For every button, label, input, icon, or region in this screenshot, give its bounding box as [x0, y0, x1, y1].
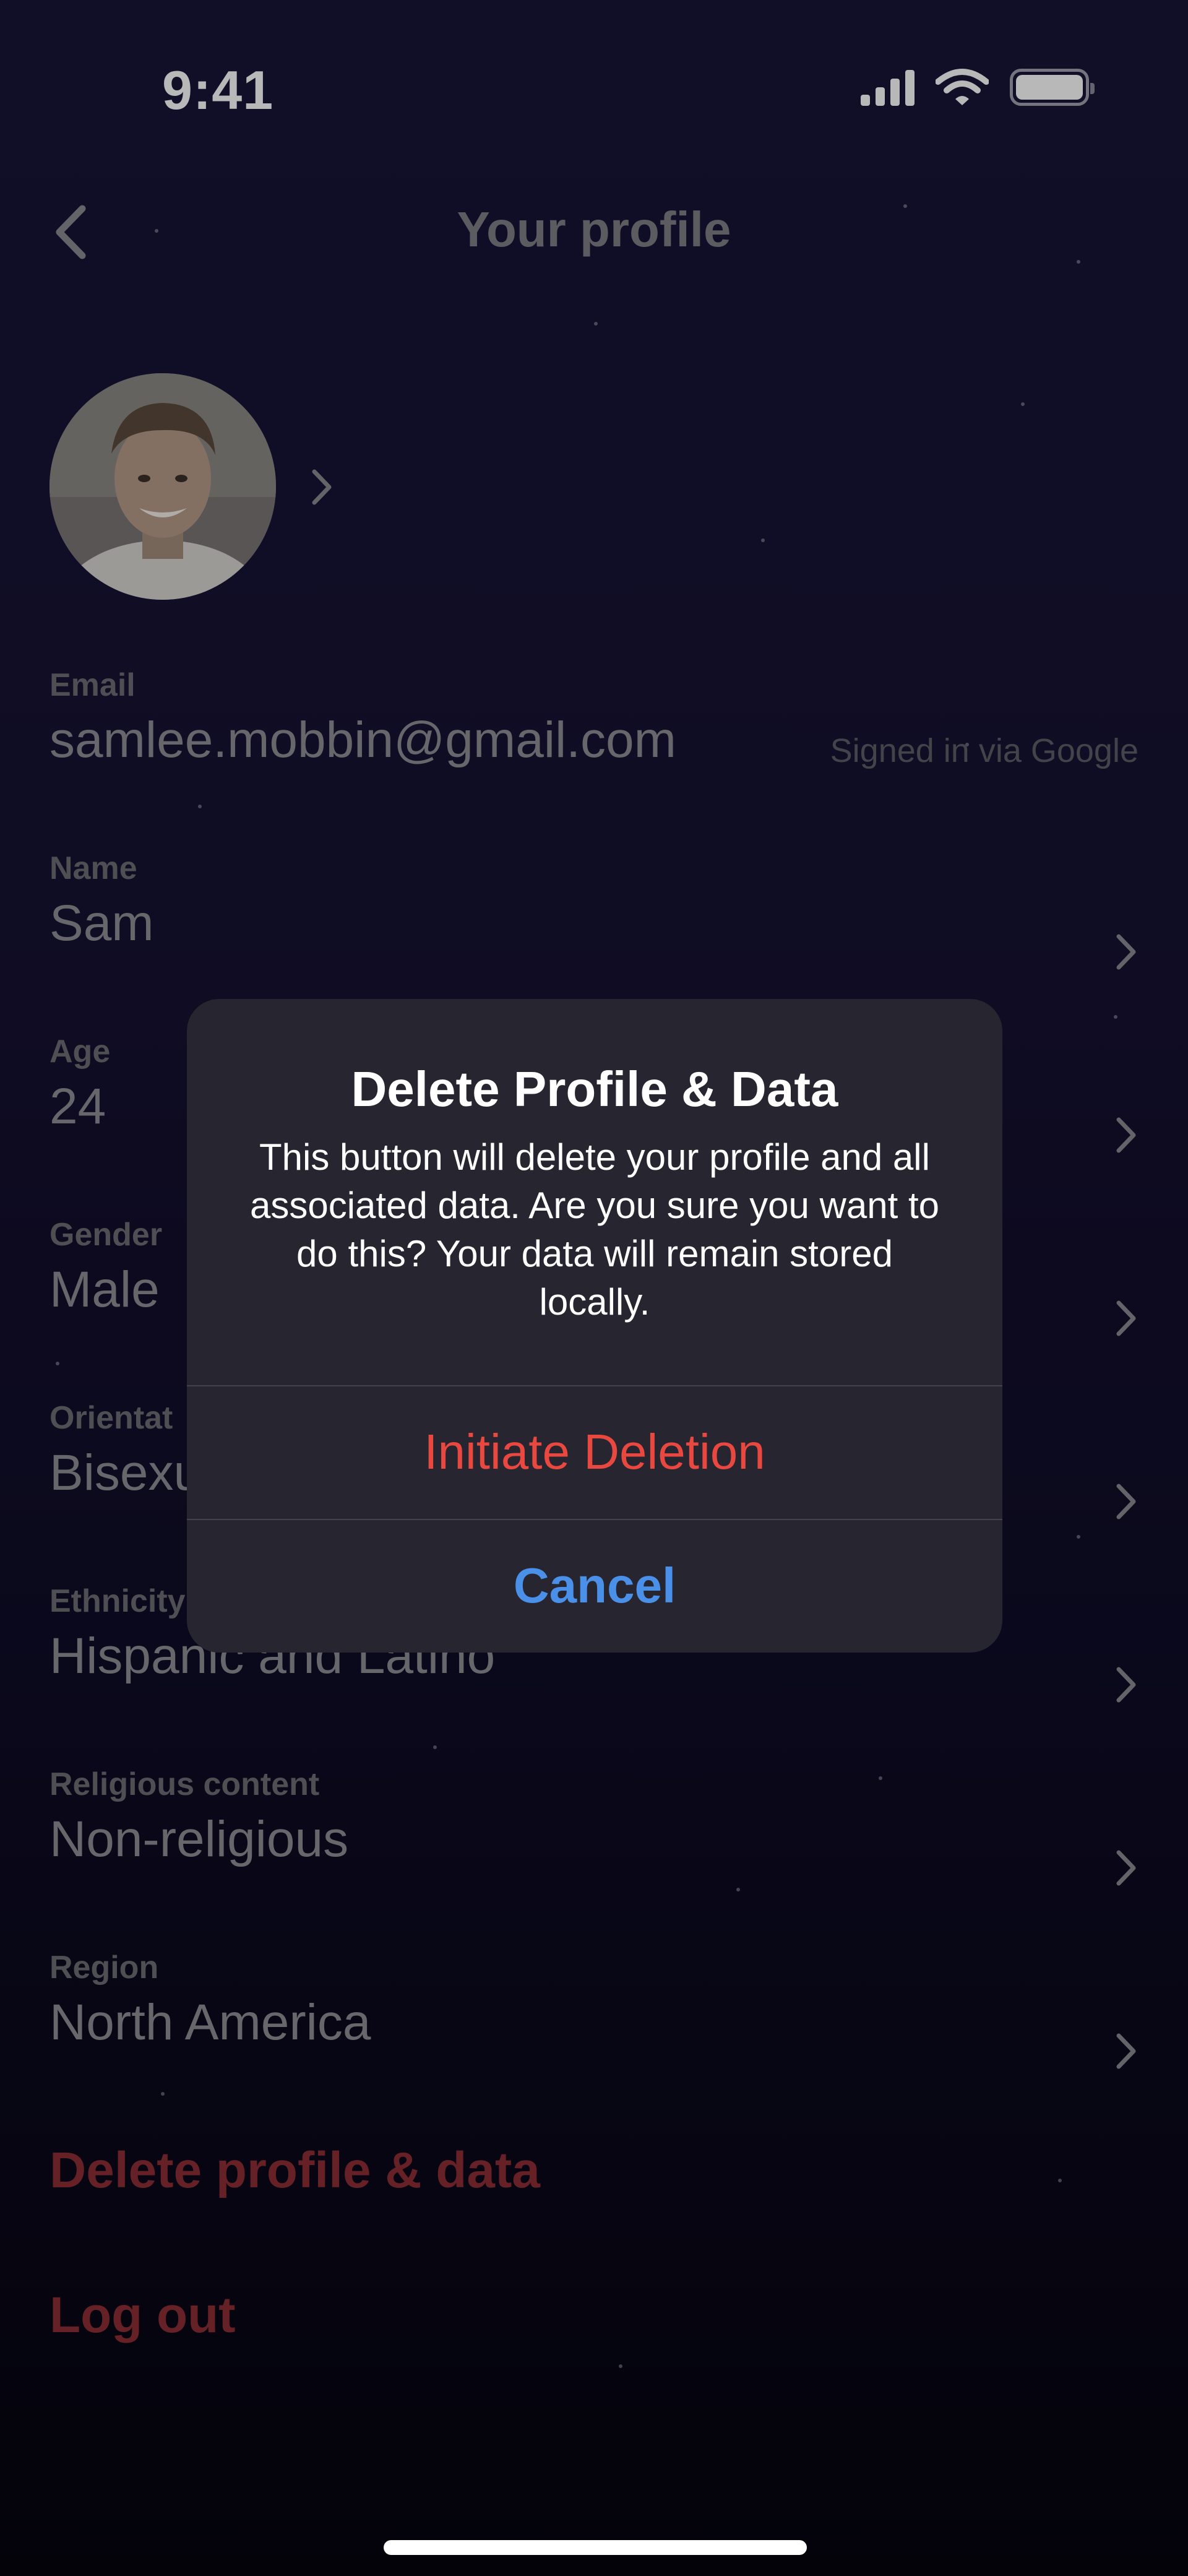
initiate-deletion-button[interactable]: Initiate Deletion — [187, 1386, 1002, 1518]
dialog-title: Delete Profile & Data — [351, 1061, 838, 1117]
profile-screen: 9:41 Your profile Email samlee.mobbin@gm… — [0, 0, 1188, 2576]
dialog-message: This button will delete your profile and… — [249, 1136, 939, 1323]
home-indicator[interactable] — [384, 2540, 807, 2555]
delete-confirmation-dialog: Delete Profile & Data This button will d… — [187, 999, 1002, 1653]
cancel-button[interactable]: Cancel — [187, 1520, 1002, 1651]
